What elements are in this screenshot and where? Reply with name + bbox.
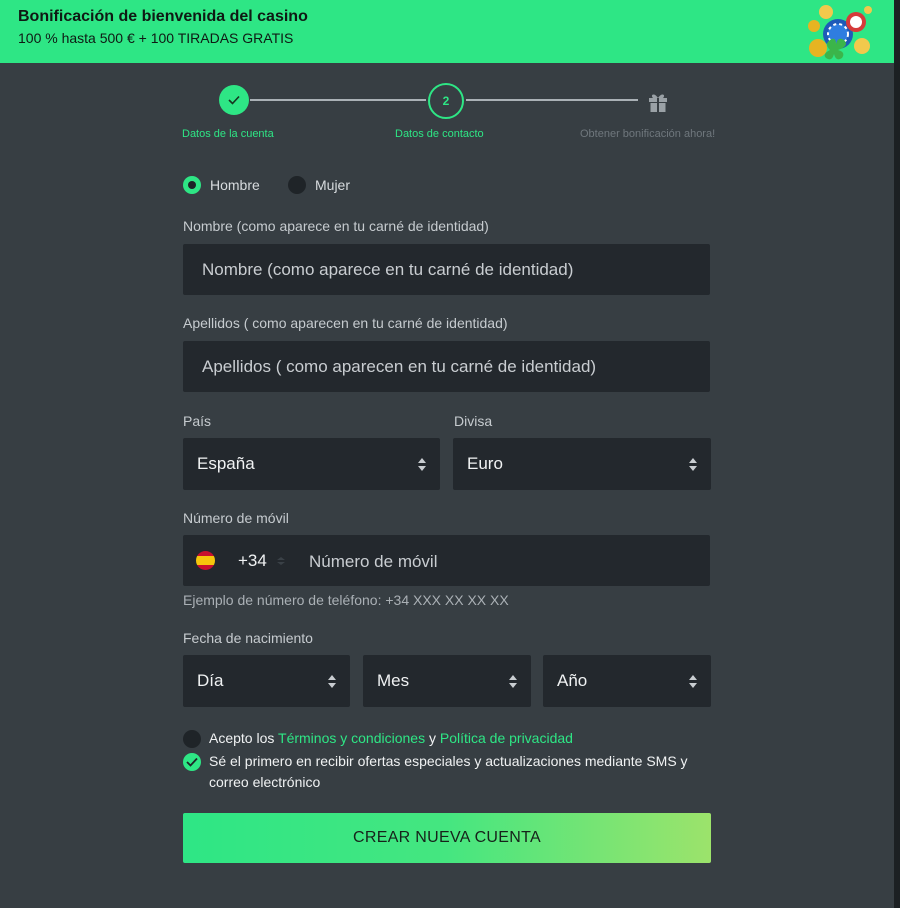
currency-select[interactable]: Euro [453,438,711,490]
first-name-input[interactable] [183,244,710,295]
marketing-row: Sé el primero en recibir ofertas especia… [183,751,711,793]
birth-year-select[interactable]: Año [543,655,711,707]
sort-arrows-icon [418,458,426,471]
birth-month-value: Mes [377,671,410,690]
marketing-text: Sé el primero en recibir ofertas especia… [209,753,688,790]
privacy-link[interactable]: Política de privacidad [440,730,573,746]
terms-text: Acepto los Términos y condiciones y Polí… [209,728,573,749]
birth-month-select[interactable]: Mes [363,655,531,707]
currency-label: Divisa [454,413,493,429]
terms-prefix: Acepto los [209,730,275,746]
chevron-down-icon[interactable] [277,557,285,565]
first-name-label: Nombre (como aparece en tu carné de iden… [183,218,489,234]
birth-day-value: Día [197,671,224,690]
sort-arrows-icon [689,675,697,688]
marketing-checkbox[interactable] [183,753,201,771]
banner-title: Bonificación de bienvenida del casino [18,8,308,25]
create-account-button[interactable]: CREAR NUEVA CUENTA [183,813,711,863]
gender-option-male[interactable]: Hombre [183,176,260,194]
terms-row: Acepto los Términos y condiciones y Polí… [183,728,573,749]
terms-link[interactable]: Términos y condiciones [278,730,425,746]
country-select[interactable]: España [183,438,440,490]
birth-year-value: Año [557,671,588,690]
currency-value: Euro [467,454,503,473]
check-icon [228,95,240,105]
sort-arrows-icon [689,458,697,471]
step-label-account: Datos de la cuenta [182,128,274,140]
phone-field: +34 [183,535,710,588]
gender-option-female[interactable]: Mujer [288,176,350,194]
step-connector [250,99,426,101]
sort-arrows-icon [328,675,336,688]
radio-selected[interactable] [183,176,201,194]
welcome-bonus-banner: Bonificación de bienvenida del casino 10… [0,0,894,63]
sort-arrows-icon [509,675,517,688]
gender-label-female: Mujer [315,177,351,193]
last-name-label: Apellidos ( como aparecen en tu carné de… [183,315,508,331]
gift-icon [649,94,667,112]
step-label-contact: Datos de contacto [395,128,484,140]
registration-stepper: 2 Datos de la cuenta Datos de contacto O… [0,64,894,154]
step-1-completed[interactable] [219,85,249,115]
step-2-active: 2 [428,83,464,119]
phone-label: Número de móvil [183,510,289,526]
phone-hint: Ejemplo de número de teléfono: +34 XXX X… [183,592,509,608]
step-label-bonus: Obtener bonificación ahora! [580,128,716,140]
last-name-input[interactable] [183,341,710,392]
terms-joiner: y [428,730,436,746]
banner-subtitle: 100 % hasta 500 € + 100 TIRADAS GRATIS [18,30,294,46]
registration-page: Bonificación de bienvenida del casino 10… [0,0,894,908]
step-connector [466,99,638,101]
window-edge [894,0,900,908]
chips-coins-clover-icon [808,5,872,60]
birth-day-select[interactable]: Día [183,655,350,707]
phone-number-input[interactable] [307,535,701,588]
create-account-label: CREAR NUEVA CUENTA [353,829,541,846]
step-number: 2 [442,94,450,108]
dial-code[interactable]: +34 [238,551,267,571]
radio-unselected[interactable] [288,176,306,194]
country-value: España [197,454,255,473]
spain-flag-icon[interactable] [196,551,215,570]
check-icon [186,757,198,767]
birthdate-label: Fecha de nacimiento [183,630,313,646]
country-label: País [183,413,212,429]
terms-checkbox[interactable] [183,730,201,748]
gender-label-male: Hombre [210,177,260,193]
